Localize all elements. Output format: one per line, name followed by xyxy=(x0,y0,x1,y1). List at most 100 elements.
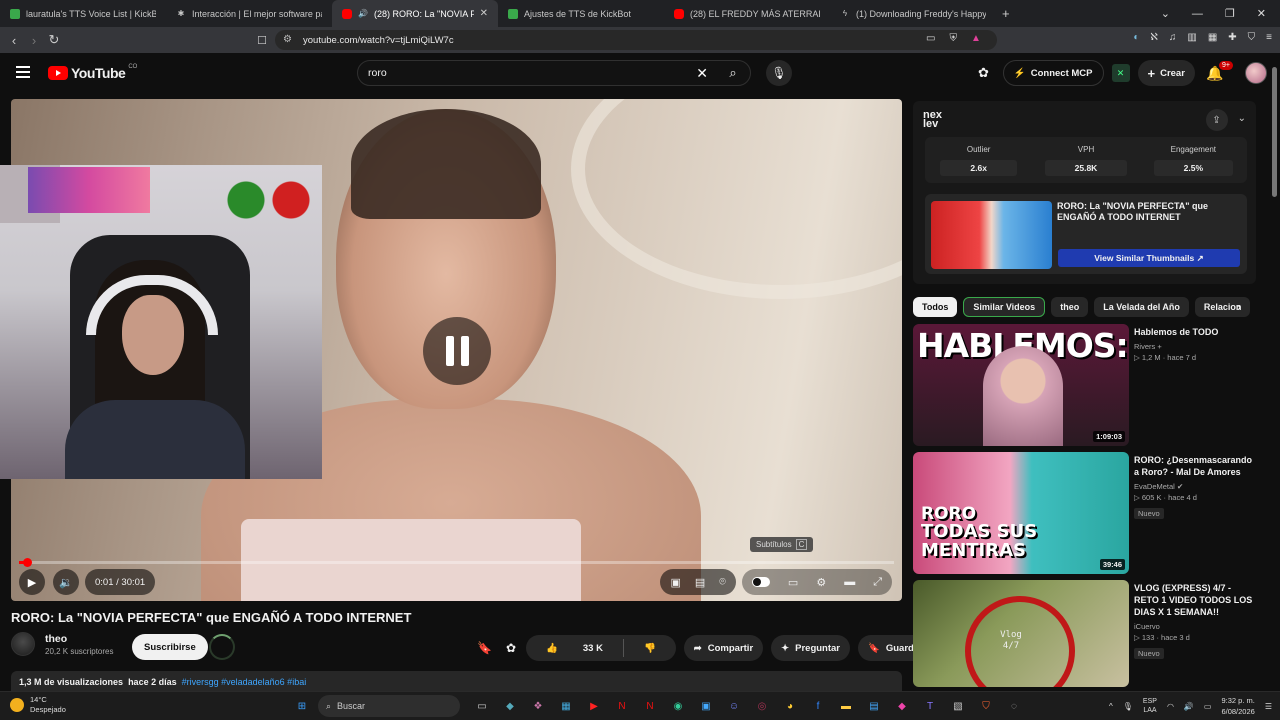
hamburger-menu-icon[interactable] xyxy=(16,66,30,81)
wallet-icon[interactable]: ▦ xyxy=(1208,32,1217,43)
chips-next-chevron-icon[interactable]: › xyxy=(1237,300,1241,314)
settings-gear-icon[interactable]: ⚙ xyxy=(816,576,826,589)
wifi-icon[interactable]: ◠ xyxy=(1167,702,1174,711)
volume-tray-icon[interactable]: 🔊 xyxy=(1184,702,1194,711)
clock[interactable]: 9:32 p. m. 6/08/2026 xyxy=(1221,695,1254,717)
chevron-up-icon[interactable]: ^ xyxy=(1109,702,1113,711)
maximize-button[interactable]: ❐ xyxy=(1225,7,1235,20)
clear-search-icon[interactable]: ✕ xyxy=(696,65,708,82)
teams-icon[interactable]: T xyxy=(920,697,940,715)
notifications-button[interactable]: 🔔 9+ xyxy=(1203,60,1233,82)
browser-tab[interactable]: lauratula's TTS Voice List | KickBot xyxy=(0,0,166,27)
ext-badge-icon[interactable]: ✕ xyxy=(1111,64,1130,82)
rec-thumbnail[interactable]: Vlog 4/7 xyxy=(913,580,1129,687)
close-tab-icon[interactable]: ✕ xyxy=(480,8,488,19)
bookmark-icon[interactable]: 🔖 xyxy=(477,641,492,655)
shield-icon[interactable]: ⛨ xyxy=(949,33,957,44)
rec-thumbnail[interactable]: RORO TODAS SUS MENTIRAS 39:46 xyxy=(913,452,1129,574)
progress-bar[interactable] xyxy=(19,558,894,567)
netflix-icon-2[interactable]: N xyxy=(640,697,660,715)
menu-icon[interactable]: ≡ xyxy=(1266,32,1272,43)
brave-icon[interactable]: ⛉ xyxy=(976,697,996,715)
app-icon[interactable]: ◆ xyxy=(500,697,520,715)
thumbnail-preview[interactable] xyxy=(931,201,1052,269)
fullscreen-icon[interactable]: ⤢ xyxy=(873,576,882,589)
language-indicator[interactable]: ESP LAA xyxy=(1143,697,1157,715)
list-item[interactable]: HABLEMOS: 1:09:03 Hablemos de TODO River… xyxy=(913,324,1258,446)
collapse-chevron-icon[interactable]: ⌄ xyxy=(1238,109,1246,131)
create-button[interactable]: + Crear xyxy=(1137,60,1195,86)
chip-velada[interactable]: La Velada del Año xyxy=(1094,297,1189,317)
tab-search-icon[interactable]: ⌄ xyxy=(1161,7,1170,20)
translate-icon[interactable]: ℵ xyxy=(1150,32,1157,43)
browser-tab[interactable]: ϟ(1) Downloading Freddy's HappyLan xyxy=(830,0,996,27)
triangle-icon[interactable]: ▲ xyxy=(971,33,981,44)
browser-tab[interactable]: (28) EL FREDDY MÁS ATERRADOR EN xyxy=(664,0,830,27)
taskbar-search[interactable]: ⌕ Buscar xyxy=(318,695,460,717)
subscribe-button[interactable]: Suscribirse xyxy=(132,634,208,660)
edge-icon[interactable]: ◉ xyxy=(668,697,688,715)
volume-button[interactable]: 🔉 xyxy=(53,569,79,595)
list-item[interactable]: Vlog 4/7 VLOG (EXPRESS) 4/7 - RETO 1 VID… xyxy=(913,580,1258,687)
subtitles-icon[interactable]: ▭ xyxy=(788,576,798,589)
folder-icon[interactable]: ▬ xyxy=(836,697,856,715)
forward-button[interactable]: › xyxy=(24,33,44,48)
rec-thumbnail[interactable]: HABLEMOS: 1:09:03 xyxy=(913,324,1129,446)
battery-icon[interactable]: ▭ xyxy=(1204,702,1212,711)
dislike-button[interactable]: 👎 xyxy=(624,643,676,654)
windows-start-icon[interactable]: ⊞ xyxy=(292,697,312,715)
app-icon[interactable]: ▧ xyxy=(948,697,968,715)
store-icon[interactable]: ▦ xyxy=(556,697,576,715)
youtube-logo[interactable]: YouTube CO xyxy=(48,64,137,81)
chip-theo[interactable]: theo xyxy=(1051,297,1089,317)
url-bar[interactable]: ⚙ youtube.com/watch?v=tjLmiQiLW7c xyxy=(275,30,997,50)
play-button[interactable]: ▶ xyxy=(19,569,45,595)
app-icon[interactable]: ◆ xyxy=(892,697,912,715)
autoplay-toggle[interactable] xyxy=(751,577,770,587)
image-icon[interactable]: ▣ xyxy=(670,576,680,589)
notification-center-icon[interactable]: ☰ xyxy=(1265,702,1272,711)
chip-similar-videos[interactable]: Similar Videos xyxy=(963,297,1046,317)
netflix-icon[interactable]: N xyxy=(612,697,632,715)
account-avatar[interactable] xyxy=(1244,62,1267,84)
extension-gear-icon[interactable]: ✿ xyxy=(978,65,989,81)
chip-relacion[interactable]: Relacion xyxy=(1194,297,1251,317)
mic-tray-icon[interactable]: 🎙 xyxy=(1123,702,1133,711)
chip-todos[interactable]: Todos xyxy=(913,297,958,317)
like-button[interactable]: 👍 33 K xyxy=(526,643,623,654)
task-view-icon[interactable]: ▭ xyxy=(472,697,492,715)
scrollbar-thumb[interactable] xyxy=(1272,67,1277,197)
channel-name[interactable]: theo xyxy=(45,633,113,645)
puzzle-icon[interactable]: ✚ xyxy=(1228,32,1236,43)
youtube-app-icon[interactable]: ▶ xyxy=(584,697,604,715)
extension-flower-icon[interactable]: ✿ xyxy=(506,641,516,655)
voice-search-button[interactable]: 🎙 xyxy=(766,60,792,86)
transcript-icon[interactable]: ▤ xyxy=(695,576,705,589)
site-info-icon[interactable]: ⚙ xyxy=(283,34,292,45)
view-similar-button[interactable]: View Similar Thumbnails ↗ xyxy=(1058,249,1240,267)
chrome-icon[interactable]: ◕ xyxy=(780,697,800,715)
copilot-icon[interactable]: ❖ xyxy=(528,697,548,715)
connect-mcp-button[interactable]: ⚡ Connect MCP xyxy=(1002,60,1104,86)
discord-icon[interactable]: ☺ xyxy=(724,697,744,715)
list-item[interactable]: RORO TODAS SUS MENTIRAS 39:46 RORO: ¿Des… xyxy=(913,452,1258,574)
reload-button[interactable]: ↻ xyxy=(44,32,64,48)
share-button[interactable]: ➦ Compartir xyxy=(683,635,764,661)
close-window-button[interactable]: ✕ xyxy=(1257,7,1266,20)
search-bar[interactable]: roro ✕ ⌕ xyxy=(357,60,751,86)
app-icon[interactable]: ▤ xyxy=(864,697,884,715)
speaker-icon[interactable]: 🔊 xyxy=(358,9,368,19)
search-button[interactable]: ⌕ xyxy=(716,61,750,85)
browser-tab[interactable]: Ajustes de TTS de KickBot xyxy=(498,0,664,27)
pause-overlay-icon[interactable] xyxy=(423,317,491,385)
ask-button[interactable]: ✦ Preguntar xyxy=(771,635,850,661)
photos-icon[interactable]: ▣ xyxy=(696,697,716,715)
export-icon[interactable]: ⇪ xyxy=(1205,109,1228,131)
screen-cast-icon[interactable]: ▭ xyxy=(926,33,935,44)
extension-icon[interactable]: ◐ xyxy=(1133,32,1139,43)
vpn-icon[interactable]: ⛉ xyxy=(1248,32,1256,43)
facebook-icon[interactable]: f xyxy=(808,697,828,715)
minimize-button[interactable]: — xyxy=(1192,8,1203,20)
browser-tab-active[interactable]: 🔊(28) RORO: La "NOVIA PERFEC✕ xyxy=(332,0,498,27)
bookmark-icon[interactable]: ☐ xyxy=(252,34,272,47)
